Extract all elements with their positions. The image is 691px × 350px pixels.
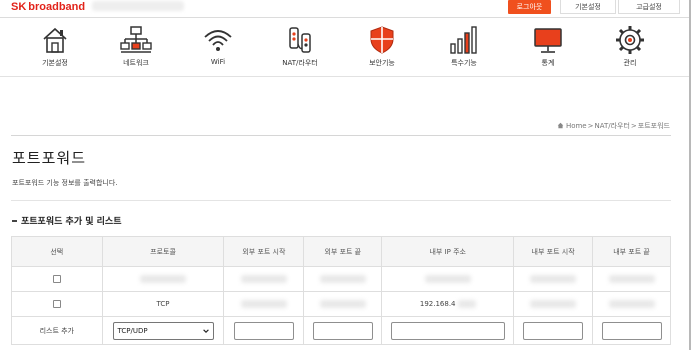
nav-item-basic[interactable]: 기본설정	[20, 24, 90, 68]
breadcrumb-separator: >	[587, 122, 594, 130]
column-header: 외부 포트 끝	[303, 236, 383, 267]
logo-sk-text: SK	[11, 1, 27, 13]
redacted-value	[319, 275, 366, 283]
logo-brand-text: broadband	[28, 1, 86, 13]
redacted-value	[240, 300, 287, 308]
nav-divider	[0, 76, 691, 77]
internal-ip-text: 192.168.4	[419, 300, 456, 308]
logout-button[interactable]: 로그아웃	[508, 0, 551, 14]
table-header-row: 선택 프로토콜 외부 포트 시작 외부 포트 끝 내부 IP 주소 내부 포트 …	[11, 236, 671, 267]
table-row	[11, 266, 671, 292]
nav-item-security[interactable]: 보안기능	[347, 24, 417, 68]
nav-item-nat-router[interactable]: NAT/라우터	[265, 24, 335, 68]
breadcrumb-separator: >	[630, 122, 637, 130]
nav-label: 관리	[623, 59, 637, 67]
top-bar: SK broadband 로그아웃 기본설정 고급설정	[0, 0, 691, 18]
page-title: 포트포워드	[12, 149, 87, 167]
breadcrumb: Home>NAT/라우터>포트포워드	[557, 121, 670, 131]
column-header: 외부 포트 시작	[223, 236, 305, 267]
row-select-checkbox[interactable]	[52, 275, 61, 283]
port-forward-table: 선택 프로토콜 외부 포트 시작 외부 포트 끝 내부 IP 주소 내부 포트 …	[11, 236, 671, 345]
nav-label: WiFi	[210, 58, 226, 66]
section-title: 포트포워드 추가 및 리스트	[12, 214, 121, 227]
page-description: 포트포워드 기능 정보를 출력합니다.	[12, 179, 118, 187]
redacted-value	[530, 300, 577, 308]
nav-label: 네트워크	[123, 59, 149, 67]
protocol-select[interactable]: TCP/UDP	[112, 321, 214, 340]
network-icon	[120, 26, 152, 53]
add-list-label: 리스트 추가	[11, 316, 103, 345]
nav-item-wifi[interactable]: WiFi	[183, 24, 253, 66]
gear-icon	[616, 26, 644, 54]
breadcrumb-divider	[11, 135, 671, 136]
section-title-text: 포트포워드 추가 및 리스트	[21, 217, 122, 227]
column-header: 내부 포트 끝	[592, 236, 671, 267]
wifi-icon	[204, 30, 232, 51]
row-select-checkbox[interactable]	[52, 300, 61, 308]
nav-item-special[interactable]: 특수기능	[429, 24, 499, 68]
breadcrumb-home[interactable]: Home	[566, 122, 587, 130]
router-icon	[289, 27, 311, 53]
redacted-value	[530, 275, 577, 283]
redacted-value	[240, 275, 287, 283]
description-divider	[11, 200, 671, 201]
table-row: TCP 192.168.4	[11, 291, 671, 317]
redacted-value	[424, 275, 471, 283]
internal-ip-cell: 192.168.4	[381, 291, 515, 317]
redacted-value	[608, 275, 655, 283]
nav-item-stats[interactable]: 통계	[513, 24, 583, 68]
section-bullet-icon	[12, 220, 17, 222]
sk-broadband-logo[interactable]: SK broadband	[11, 0, 85, 14]
column-header: 프로토콜	[101, 236, 225, 267]
nav-item-admin[interactable]: 관리	[595, 24, 665, 68]
external-port-start-input[interactable]	[233, 321, 294, 340]
redacted-value	[457, 300, 476, 308]
internal-ip-input[interactable]	[390, 321, 505, 340]
add-list-row: 리스트 추가 TCP/UDP	[11, 316, 671, 345]
nav-label: 특수기능	[451, 59, 477, 67]
monitor-icon	[534, 28, 562, 53]
column-header: 내부 포트 시작	[513, 236, 594, 267]
column-header: 내부 IP 주소	[381, 236, 515, 267]
main-nav: 기본설정 네트워크 WiFi NAT/라우터 보안기능 특수기능 통계 관리	[0, 18, 691, 78]
redacted-value	[140, 275, 186, 283]
breadcrumb-section[interactable]: NAT/라우터	[594, 122, 629, 130]
redacted-value	[319, 300, 366, 308]
column-header: 선택	[11, 236, 103, 267]
home-small-icon	[557, 122, 564, 129]
redacted-value	[608, 300, 655, 308]
nav-label: 보안기능	[369, 59, 395, 67]
advanced-settings-button[interactable]: 고급설정	[618, 0, 680, 14]
internal-port-start-input[interactable]	[523, 321, 584, 340]
external-port-end-input[interactable]	[312, 321, 373, 340]
nav-label: 기본설정	[42, 59, 68, 67]
nav-item-network[interactable]: 네트워크	[101, 24, 171, 68]
basic-settings-button[interactable]: 기본설정	[560, 0, 616, 14]
protocol-select-value: TCP/UDP	[117, 326, 148, 335]
chevron-down-icon	[202, 328, 209, 333]
shield-icon	[370, 26, 394, 54]
device-name-redacted	[92, 1, 184, 11]
breadcrumb-current: 포트포워드	[637, 122, 670, 130]
internal-port-end-input[interactable]	[601, 321, 662, 340]
bar-chart-icon	[450, 26, 477, 54]
nav-label: 통계	[541, 59, 555, 67]
nav-label: NAT/라우터	[282, 59, 318, 67]
home-icon	[43, 27, 67, 53]
protocol-cell: TCP	[101, 291, 225, 317]
